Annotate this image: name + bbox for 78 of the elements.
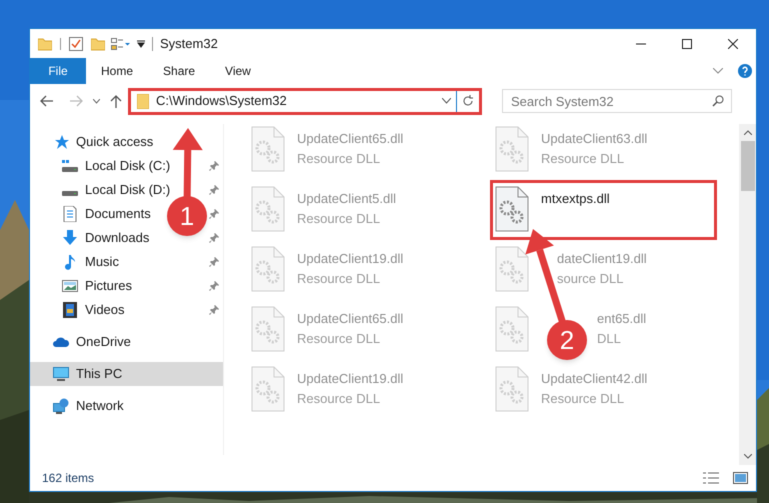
folder-icon[interactable] xyxy=(38,36,52,50)
nav-item[interactable]: Quick access xyxy=(30,130,223,154)
back-arrow-icon[interactable] xyxy=(40,95,53,107)
nav-item[interactable]: This PC xyxy=(30,362,223,386)
picture-icon xyxy=(62,278,78,294)
tiles-view-icon[interactable] xyxy=(733,472,748,484)
file-name: mtxextps.dll xyxy=(541,190,610,208)
pin-icon[interactable] xyxy=(209,257,219,267)
dropdown-icon[interactable] xyxy=(137,40,145,48)
file-name: UpdateClient42.dll xyxy=(541,370,648,388)
nav-item[interactable]: Documents xyxy=(62,202,151,226)
ribbon-tab[interactable]: Home xyxy=(86,58,148,84)
nav-item[interactable]: OneDrive xyxy=(30,330,223,354)
file-type: Resource DLL xyxy=(541,390,626,408)
star-icon xyxy=(53,134,69,150)
file-type: Resource DLL xyxy=(541,150,626,168)
file-name: UpdateClient19.dll xyxy=(297,370,404,388)
dll-file-icon[interactable] xyxy=(495,186,529,232)
folder-icon[interactable] xyxy=(91,36,105,50)
file-type: Resource DLL xyxy=(297,150,382,168)
file-name: UpdateClient19.dll xyxy=(297,250,404,268)
forward-arrow-icon[interactable] xyxy=(70,95,83,107)
chevron-down-icon[interactable] xyxy=(93,98,100,104)
file-type: Resource DLL xyxy=(297,270,382,288)
scroll-down-icon[interactable] xyxy=(744,454,752,459)
close-icon[interactable] xyxy=(728,38,738,48)
file-type: source DLL xyxy=(557,270,624,288)
film-icon xyxy=(62,302,78,318)
ribbon-tab[interactable]: Share xyxy=(148,58,210,84)
download-icon xyxy=(62,230,78,246)
scroll-thumb[interactable] xyxy=(740,141,754,191)
nav-item[interactable]: Downloads xyxy=(62,226,150,250)
ribbon-tab[interactable]: View xyxy=(210,58,266,84)
file-type: DLL xyxy=(597,330,622,348)
music-note-icon xyxy=(62,254,78,270)
refresh-icon[interactable] xyxy=(462,95,474,107)
folder-icon xyxy=(137,94,149,108)
pin-icon[interactable] xyxy=(209,281,219,291)
maximize-icon[interactable] xyxy=(682,38,692,48)
nav-item[interactable]: Pictures xyxy=(62,274,132,298)
network-icon xyxy=(53,398,69,414)
address-field[interactable]: C:\Windows\System32 xyxy=(128,88,482,114)
checklist-icon[interactable] xyxy=(69,36,83,50)
file-name: UpdateClient63.dll xyxy=(541,130,648,148)
pin-icon[interactable] xyxy=(209,161,219,171)
nav-item[interactable]: Network xyxy=(30,394,223,418)
chevron-down-icon[interactable] xyxy=(442,98,451,104)
file-name: ent65.dll xyxy=(597,310,646,328)
drive-icon xyxy=(62,190,78,196)
item-count: 162 items xyxy=(42,470,94,487)
nav-item[interactable]: Music xyxy=(62,250,119,274)
document-icon xyxy=(62,206,78,222)
file-name: UpdateClient5.dll xyxy=(297,190,396,208)
nav-item[interactable]: Local Disk (C:) xyxy=(62,154,170,178)
monitor-icon xyxy=(53,366,69,382)
search-field[interactable]: Search System32 xyxy=(502,89,732,113)
pin-icon[interactable] xyxy=(209,185,219,195)
drive-icon xyxy=(62,160,78,172)
file-type: Resource DLL xyxy=(297,390,382,408)
scroll-up-icon[interactable] xyxy=(744,130,752,135)
properties-icon[interactable] xyxy=(111,36,131,50)
pin-icon[interactable] xyxy=(209,209,219,219)
file-type: Resource DLL xyxy=(297,330,382,348)
pin-icon[interactable] xyxy=(209,305,219,315)
pin-icon[interactable] xyxy=(209,233,219,243)
up-arrow-icon[interactable] xyxy=(110,94,122,108)
file-name: dateClient19.dll xyxy=(557,250,647,268)
file-name: UpdateClient65.dll xyxy=(297,310,404,328)
scrollbar[interactable] xyxy=(739,124,756,465)
chevron-down-icon[interactable] xyxy=(713,68,723,74)
nav-item[interactable]: Videos xyxy=(62,298,125,322)
file-name: UpdateClient65.dll xyxy=(297,130,404,148)
file-type: Resource DLL xyxy=(297,210,382,228)
help-icon[interactable] xyxy=(738,64,752,78)
search-icon[interactable] xyxy=(712,95,724,107)
details-view-icon[interactable] xyxy=(703,472,719,484)
file-tab[interactable]: File xyxy=(30,58,86,84)
window-title: System32 xyxy=(160,34,218,53)
